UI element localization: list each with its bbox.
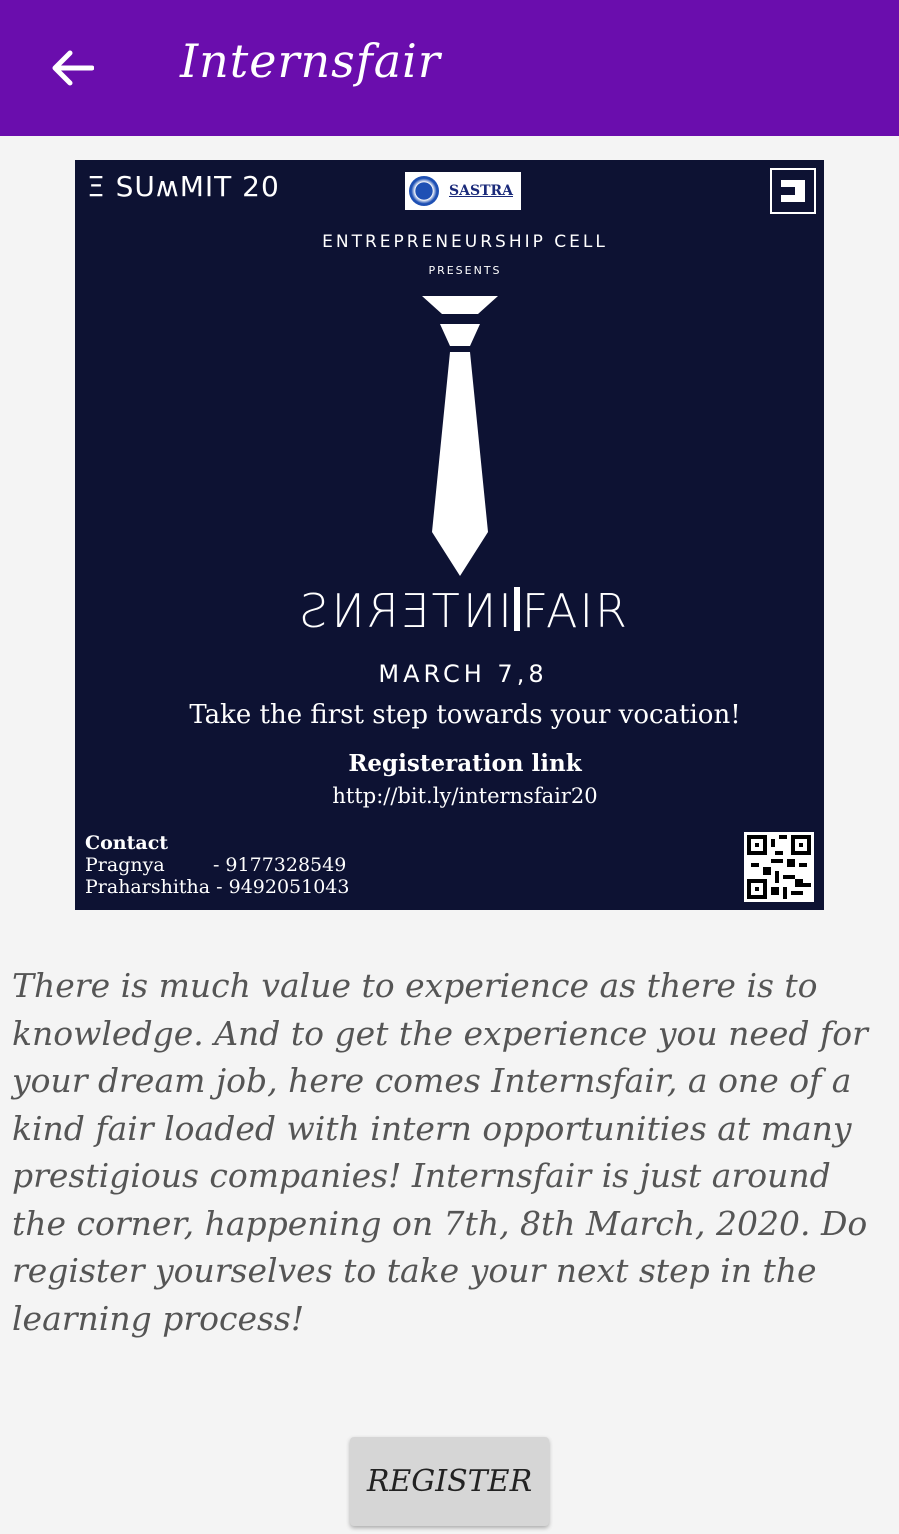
sastra-logo-text: SASTRA [449,183,513,199]
page-title: Internsfair [180,34,441,88]
back-button[interactable] [40,36,104,100]
fair-title-mirrored: INTERNS [297,584,512,638]
fair-title-rest: FAIR [521,584,629,638]
poster-tagline: Take the first step towards your vocatio… [189,700,741,730]
sastra-emblem-icon [409,176,439,206]
qr-code-icon [744,832,814,902]
contact-line: Praharshitha - 9492051043 [85,876,350,898]
register-button[interactable]: REGISTER [350,1437,549,1526]
summit-logo: Ξ SUʍMIT 20 [87,170,280,203]
poster-heading: ENTREPRENEURSHIP CELL [322,232,608,252]
ecell-logo-icon [770,168,816,214]
necktie-icon [422,296,498,576]
contact-label: Contact [85,832,169,854]
registration-label: Registeration link [348,750,582,777]
arrow-left-icon [52,50,94,86]
event-poster: Ξ SUʍMIT 20 SASTRA ENTREPRENEURSHIP CELL… [75,160,824,910]
event-description: There is much value to experience as the… [12,966,868,1338]
sastra-logo: SASTRA [405,172,521,210]
contact-line: Pragnya - 9177328549 [85,854,347,876]
registration-link: http://bit.ly/internsfair20 [332,784,598,808]
poster-presents: PRESENTS [428,264,502,277]
app-bar: Internsfair [0,0,899,136]
poster-dates: MARCH 7,8 [378,660,548,688]
poster-fair-title: INTERNS FAIR [75,584,824,638]
